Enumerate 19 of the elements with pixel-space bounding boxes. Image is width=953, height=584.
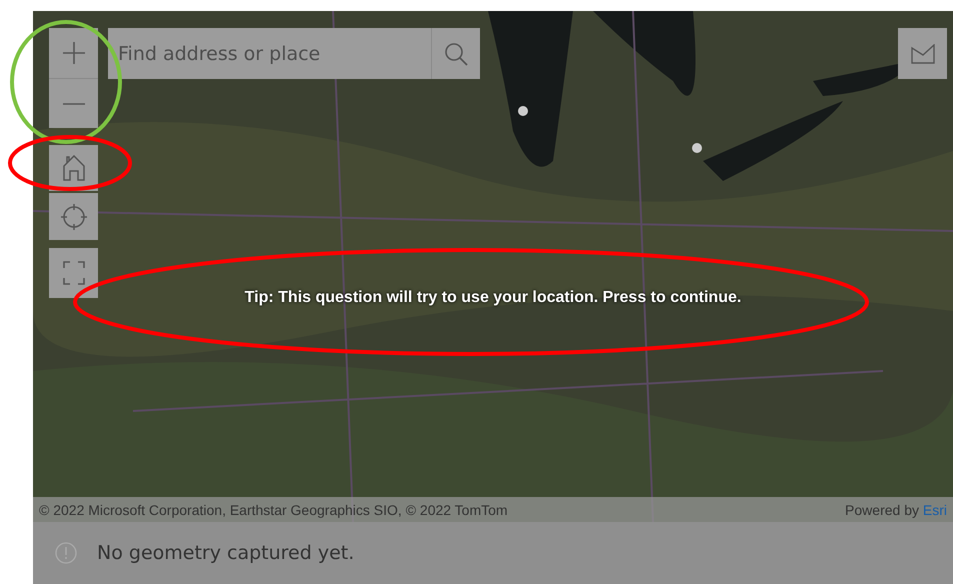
fullscreen-button[interactable] [49, 248, 98, 298]
search-button[interactable] [431, 28, 480, 79]
plus-icon [62, 41, 86, 65]
attribution-text: © 2022 Microsoft Corporation, Earthstar Geographics SIO, © 2022 TomTom [39, 502, 508, 518]
search-field[interactable]: Find address or place [108, 28, 431, 79]
zoom-in-button[interactable] [49, 28, 98, 78]
fullscreen-icon [62, 261, 84, 285]
powered-by-text: Powered by [845, 502, 919, 518]
basemap-button[interactable] [898, 28, 947, 79]
home-icon [62, 155, 84, 181]
search-icon [444, 42, 468, 66]
minus-icon [62, 102, 86, 106]
tip-message[interactable]: Tip: This question will try to use your location. Press to continue. [93, 289, 893, 307]
status-message: No geometry captured yet. [97, 542, 354, 564]
info-icon [55, 542, 77, 564]
basemap-icon [910, 44, 934, 64]
home-button[interactable] [49, 145, 98, 191]
locate-button[interactable] [49, 193, 98, 240]
crosshair-icon [60, 204, 86, 230]
